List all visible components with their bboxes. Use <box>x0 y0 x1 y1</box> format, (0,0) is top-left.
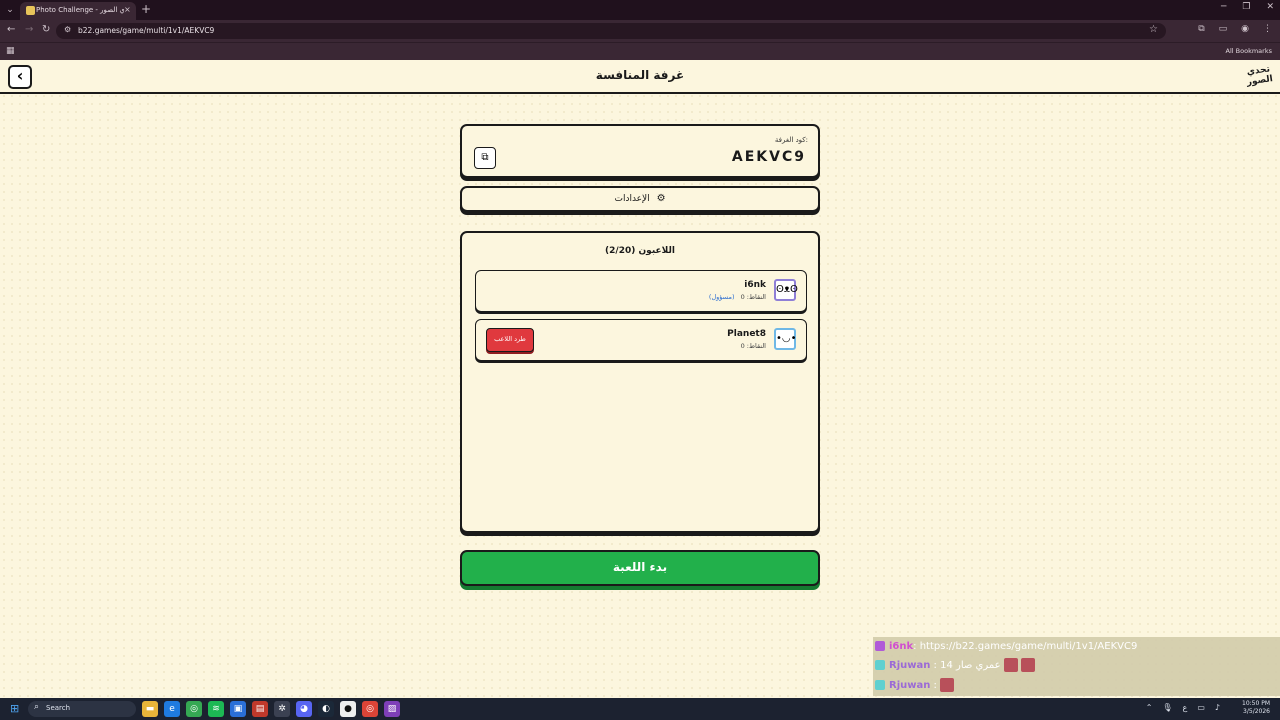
settings-button[interactable]: الإعدادات ⚙ <box>460 186 820 212</box>
restore-icon[interactable]: ❐ <box>1242 2 1250 12</box>
volume-icon[interactable]: ♪ <box>1215 703 1220 712</box>
display-icon[interactable]: ▭ <box>1197 703 1205 712</box>
taskbar-apps: ▬ e ◎ ≋ ▣ ▤ ✲ ◕ ◐ ● ◎ ▨ <box>142 701 400 717</box>
host-badge: (مسؤول) <box>708 293 735 301</box>
emote-icon <box>1003 658 1018 672</box>
chat-message: i6nk: https://b22.games/game/multi/1v1/A… <box>875 638 1278 656</box>
chat-text: : https://b22.games/game/multi/1v1/AEKVC… <box>913 641 1138 652</box>
back-button[interactable]: ‹ <box>8 65 32 89</box>
chrome-profile-icon[interactable]: ◎ <box>362 701 378 717</box>
chat-username: Rjuwan <box>889 660 931 671</box>
spotify-icon[interactable]: ≋ <box>208 701 224 717</box>
players-card: اللاعبون (2/20) ʘᴥʘ i6nk (مسؤول) النقاط:… <box>460 231 820 533</box>
new-tab-button[interactable]: + <box>141 2 151 16</box>
chat-message: Rjuwan : 14 عمري صار <box>875 657 1278 675</box>
extension-icons: ⧉ ▭ ◉ ⋮ <box>1198 24 1272 34</box>
taskbar-clock[interactable]: 10:50 PM 3/5/2026 <box>1242 700 1270 716</box>
chat-text: : <box>930 680 937 691</box>
tab-title: Photo Challenge - تحدي الصور <box>36 6 124 14</box>
clock-date: 3/5/2026 <box>1243 708 1270 715</box>
copy-code-button[interactable]: ⧉ <box>474 147 496 169</box>
players-title: اللاعبون (2/20) <box>605 246 675 256</box>
chat-username: i6nk <box>889 641 914 652</box>
forward-arrow-icon[interactable]: → <box>25 24 33 35</box>
site-info-icon[interactable]: ⚙ <box>64 25 71 34</box>
window-controls: ─ ❐ ✕ <box>1221 2 1274 12</box>
menu-icon[interactable]: ⋮ <box>1263 24 1272 34</box>
player-avatar: ʘᴥʘ <box>774 279 798 301</box>
file-explorer-icon[interactable]: ▬ <box>142 701 158 717</box>
settings-label: الإعدادات <box>614 194 650 204</box>
extensions-icon[interactable]: ⧉ <box>1198 24 1204 34</box>
language-indicator[interactable]: ع <box>1183 703 1188 712</box>
taskbar-search-label: Search <box>46 704 71 712</box>
twitch-icon[interactable]: ▨ <box>384 701 400 717</box>
chat-badge-icon <box>875 680 885 690</box>
room-code-card: كود الغرفة: AEKVC9 ⧉ <box>460 124 820 178</box>
kick-player-button[interactable]: طرد اللاعب <box>486 328 534 352</box>
address-bar-row: ← → ↻ ⚙ b22.games/game/multi/1v1/AEKVC9 … <box>0 20 1280 42</box>
emote-icon <box>1020 658 1035 672</box>
edge-icon[interactable]: e <box>164 701 180 717</box>
bookmarks-bar: ▦ All Bookmarks <box>0 42 1280 60</box>
player-row: •◡• Planet8 النقاط: 0 طرد اللاعب <box>475 319 807 361</box>
minimize-icon[interactable]: ─ <box>1221 2 1226 12</box>
reload-icon[interactable]: ↻ <box>42 24 50 35</box>
player-points: النقاط: 0 <box>740 293 766 301</box>
url-text: b22.games/game/multi/1v1/AEKVC9 <box>78 26 215 35</box>
page-title: غرفة المنافسة <box>595 68 685 82</box>
windows-start-icon[interactable]: ⊞ <box>10 702 19 715</box>
player-points: النقاط: 0 <box>740 342 766 350</box>
all-bookmarks-link[interactable]: All Bookmarks <box>1226 47 1272 55</box>
back-arrow-icon[interactable]: ← <box>7 24 15 35</box>
store-icon[interactable]: ▣ <box>230 701 246 717</box>
chat-message: Rjuwan : <box>875 677 1278 695</box>
discord-icon[interactable]: ◕ <box>296 701 312 717</box>
chat-badge-icon <box>875 660 885 670</box>
player-avatar: •◡• <box>774 328 797 350</box>
clock-time: 10:50 PM <box>1242 700 1270 707</box>
room-code-label: كود الغرفة: <box>774 136 808 144</box>
bookmark-star-icon[interactable]: ☆ <box>1149 24 1158 35</box>
tab-close-icon[interactable]: × <box>124 5 131 14</box>
player-name: i6nk <box>744 280 766 290</box>
obs-icon[interactable]: ● <box>340 701 356 717</box>
system-tray: ⌃ 🎙︎ ع ▭ ♪ <box>1146 703 1220 712</box>
gear-icon: ⚙ <box>656 193 666 204</box>
player-meta: (مسؤول) النقاط: 0 <box>709 293 766 301</box>
settings-app-icon[interactable]: ✲ <box>274 701 290 717</box>
player-row: ʘᴥʘ i6nk (مسؤول) النقاط: 0 <box>475 270 807 312</box>
favicon-icon <box>26 6 35 15</box>
chat-badge-icon <box>875 641 885 651</box>
start-game-button[interactable]: بدء اللعبة <box>460 550 820 586</box>
cast-icon[interactable]: ▭ <box>1219 24 1228 34</box>
mic-icon[interactable]: 🎙︎ <box>1162 703 1172 712</box>
tray-chevron-icon[interactable]: ⌃ <box>1146 703 1153 712</box>
page-content: ‹ غرفة المنافسة تحدي الصور كود الغرفة: A… <box>0 60 1280 698</box>
chrome-icon[interactable]: ◎ <box>186 701 202 717</box>
apps-grid-icon[interactable]: ▦ <box>6 46 15 56</box>
chat-username: Rjuwan <box>889 680 931 691</box>
tab-search-icon[interactable]: ⌄ <box>3 3 17 17</box>
steam-icon[interactable]: ◐ <box>318 701 334 717</box>
copy-icon: ⧉ <box>481 152 489 163</box>
player-name: Planet8 <box>727 329 766 339</box>
search-icon: ⌕ <box>34 702 40 712</box>
logo-line-2: الصور <box>1245 74 1274 88</box>
close-window-icon[interactable]: ✕ <box>1266 2 1274 12</box>
chat-text: : 14 عمري صار <box>930 660 1001 671</box>
emote-icon <box>939 678 954 692</box>
url-input[interactable]: ⚙ b22.games/game/multi/1v1/AEKVC9 ☆ <box>56 23 1166 39</box>
profile-icon[interactable]: ◉ <box>1241 24 1249 34</box>
room-code-value: AEKVC9 <box>731 149 806 165</box>
site-logo[interactable]: تحدي الصور <box>1245 64 1274 88</box>
browser-tab-bar: ⌄ Photo Challenge - تحدي الصور × + ─ ❐ ✕ <box>0 0 1280 20</box>
windows-taskbar: ⊞ ⌕ Search ▬ e ◎ ≋ ▣ ▤ ✲ ◕ ◐ ● ◎ ▨ ⌃ 🎙︎ … <box>0 698 1280 720</box>
taskbar-search[interactable]: ⌕ Search <box>28 701 136 717</box>
page-header: ‹ غرفة المنافسة تحدي الصور <box>0 60 1280 94</box>
calendar-icon[interactable]: ▤ <box>252 701 268 717</box>
player-meta: النقاط: 0 <box>741 342 766 350</box>
stream-chat-overlay: i6nk: https://b22.games/game/multi/1v1/A… <box>873 637 1280 696</box>
browser-tab[interactable]: Photo Challenge - تحدي الصور × <box>20 2 136 20</box>
